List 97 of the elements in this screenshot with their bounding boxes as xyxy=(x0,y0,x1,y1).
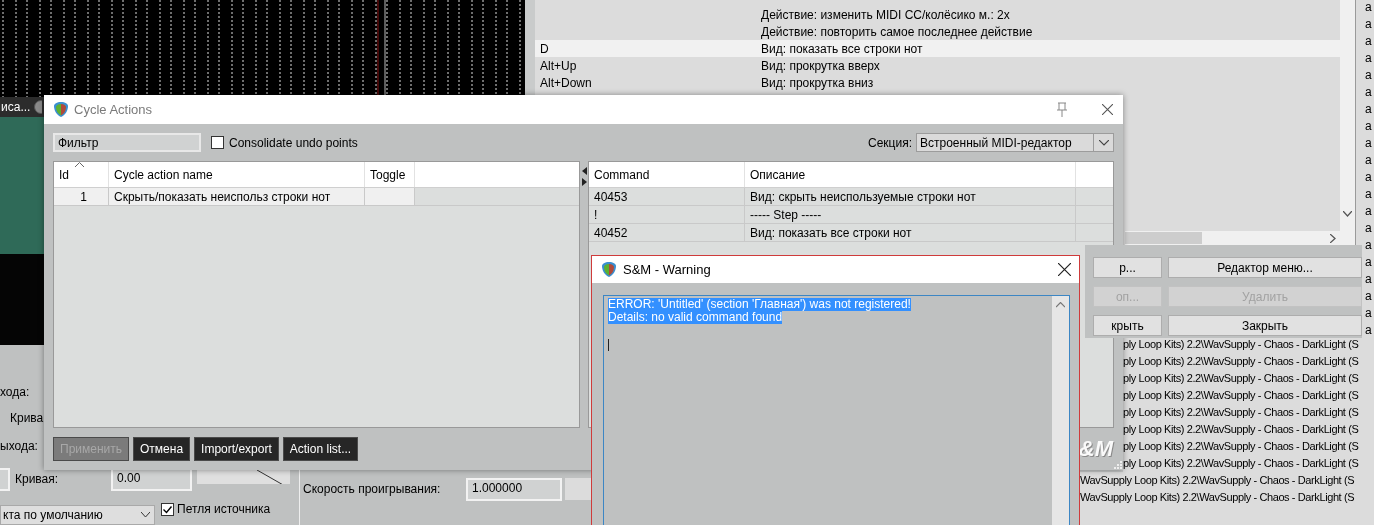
action-row[interactable]: D Вид: показать все строки нот xyxy=(535,40,1340,57)
dropdown[interactable]: кта по умолчанию xyxy=(0,505,155,525)
field-label: Кривая: xyxy=(15,472,60,486)
table-cell: 40453 xyxy=(589,188,745,205)
table-cell: ! xyxy=(589,206,745,223)
button[interactable]: Редактор меню... xyxy=(1168,257,1362,278)
list-cell-text: a xyxy=(1365,51,1373,67)
checkbox[interactable] xyxy=(211,136,224,149)
list-cell-text: a xyxy=(1365,0,1373,16)
file-path: ply Loop Kits) 2.2\WavSupply - Chaos - DarkLight (S xyxy=(1123,371,1360,386)
list-cell-text: a xyxy=(1365,85,1373,101)
list-cell-text: a xyxy=(1365,119,1373,135)
list-cell-text: a xyxy=(1365,272,1373,288)
field-label: Скорость проигрывания: xyxy=(303,482,442,496)
pin-icon[interactable] xyxy=(1055,101,1069,118)
knob-icon[interactable] xyxy=(34,100,43,115)
input-field[interactable]: 0.00 xyxy=(111,468,192,491)
window-title: Cycle Actions xyxy=(74,102,154,117)
app-logo-icon xyxy=(53,101,69,118)
splitter-arrows-icon[interactable] xyxy=(580,167,588,187)
table-cell: Вид: скрыть неиспользуемые строки нот xyxy=(745,188,1076,205)
field-label: Секция: xyxy=(868,135,912,150)
action-row[interactable]: Действие: повторить самое последнее действие xyxy=(535,23,1340,40)
file-path: ply Loop Kits) 2.2\WavSupply - Chaos - DarkLight (S xyxy=(1123,388,1360,403)
shortcut-cell-text: Alt+Up xyxy=(540,58,578,73)
window-title: S&M - Warning xyxy=(623,262,712,277)
list-cell-text: a xyxy=(1365,17,1373,33)
column-header[interactable]: Toggle xyxy=(365,162,415,187)
file-path: ply Loop Kits) 2.2\WavSupply - Chaos - DarkLight (S xyxy=(1123,422,1360,437)
shortcut-cell-text: Alt+Down xyxy=(540,75,593,90)
table-cell: Скрыть/показать неиспольз строки нот xyxy=(109,188,365,205)
checkbox-label: Петля источника xyxy=(177,502,271,516)
checkbox[interactable] xyxy=(161,502,174,516)
list-cell-text: a xyxy=(1365,323,1373,339)
checkbox-label: Consolidate undo points xyxy=(229,135,358,150)
input-field[interactable] xyxy=(0,468,10,491)
button[interactable]: Import/export xyxy=(194,437,279,461)
action-row[interactable]: Действие: изменить MIDI CC/колёсико м.: 2x xyxy=(535,6,1340,23)
button[interactable]: Action list... xyxy=(282,437,359,461)
table-cell: 40452 xyxy=(589,224,745,241)
file-path: ply Loop Kits) 2.2\WavSupply - Chaos - DarkLight (S xyxy=(1123,439,1360,454)
app-logo-icon xyxy=(601,261,617,278)
track-name: иса... xyxy=(0,100,31,115)
file-path: WavSupply Loop Kits) 2.2\WavSupply - Chaos - DarkLight (S xyxy=(1080,490,1356,505)
file-path: ply Loop Kits) 2.2\WavSupply - Chaos - DarkLight (S xyxy=(1123,456,1360,471)
list-cell-text: a xyxy=(1365,255,1373,271)
description-cell-text: Вид: прокрутка вверх xyxy=(761,58,881,73)
text-cursor xyxy=(608,339,609,351)
action-row[interactable]: Alt+Down Вид: прокрутка вниз xyxy=(535,74,1340,91)
field-label: ыхода: xyxy=(0,439,38,453)
table-cell: ----- Step ----- xyxy=(745,206,1076,223)
column-header[interactable]: Cycle action name xyxy=(109,162,365,187)
list-cell-text: a xyxy=(1365,306,1373,322)
file-path: ply Loop Kits) 2.2\WavSupply - Chaos - DarkLight (S xyxy=(1123,337,1360,352)
file-path: ply Loop Kits) 2.2\WavSupply - Chaos - DarkLight (S xyxy=(1123,405,1360,420)
list-cell-text: a xyxy=(1365,136,1373,152)
description-cell-text: Вид: показать все строки нот xyxy=(761,41,924,56)
action-row[interactable]: Alt+Up Вид: прокрутка вверх xyxy=(535,57,1340,74)
list-cell-text: a xyxy=(1365,204,1373,220)
file-path: WavSupply Loop Kits) 2.2\WavSupply - Chaos - DarkLight (S xyxy=(1080,473,1356,488)
chevron-icon xyxy=(141,512,150,518)
chevron-icon xyxy=(1098,139,1109,146)
sort-icon xyxy=(75,162,84,167)
table-cell: Вид: показать все строки нот xyxy=(745,224,1076,241)
field-label: Крива xyxy=(10,411,44,425)
list-row[interactable]: 1 Скрыть/показать неиспольз строки нот xyxy=(54,188,579,206)
table-cell: 1 xyxy=(54,188,109,205)
description-cell-text: Действие: изменить MIDI CC/колёсико м.: 2x xyxy=(761,7,1011,22)
button[interactable]: крыть xyxy=(1093,315,1162,336)
list-cell-text: a xyxy=(1365,170,1373,186)
button[interactable]: Отмена xyxy=(133,437,191,461)
list-cell-text: a xyxy=(1365,102,1373,118)
list-cell-text: a xyxy=(1365,153,1373,169)
section-dropdown[interactable]: Встроенный MIDI-редактор xyxy=(916,133,1114,152)
description-cell-text: Вид: прокрутка вниз xyxy=(761,75,875,90)
shortcut-cell-text: D xyxy=(540,41,550,56)
close-icon[interactable] xyxy=(1102,104,1113,115)
scrollbar-thumb[interactable] xyxy=(1125,232,1202,244)
description-cell-text: Действие: повторить самое последнее действие xyxy=(761,24,1034,39)
column-header[interactable]: Описание xyxy=(745,162,1076,187)
logo-text: &M xyxy=(1078,436,1113,462)
column-header[interactable]: Command xyxy=(589,162,745,187)
resize-grip-icon[interactable] xyxy=(1114,461,1122,469)
button[interactable]: р... xyxy=(1093,257,1162,278)
column-header[interactable]: Id xyxy=(54,162,109,187)
field-label: хода: xyxy=(0,385,30,399)
input-field[interactable]: 1.000000 xyxy=(466,478,562,501)
list-cell-text: a xyxy=(1365,289,1373,305)
list-cell-text: a xyxy=(1365,34,1373,50)
close-icon[interactable] xyxy=(1058,263,1071,276)
button[interactable]: Закрыть xyxy=(1168,315,1362,336)
filter-field[interactable]: Фильтр xyxy=(53,133,201,152)
list-cell-text: a xyxy=(1365,68,1373,84)
file-path: ply Loop Kits) 2.2\WavSupply - Chaos - DarkLight (S xyxy=(1123,354,1360,369)
list-cell-text: a xyxy=(1365,221,1373,237)
list-cell-text: a xyxy=(1365,187,1373,203)
list-cell-text: a xyxy=(1365,238,1373,254)
